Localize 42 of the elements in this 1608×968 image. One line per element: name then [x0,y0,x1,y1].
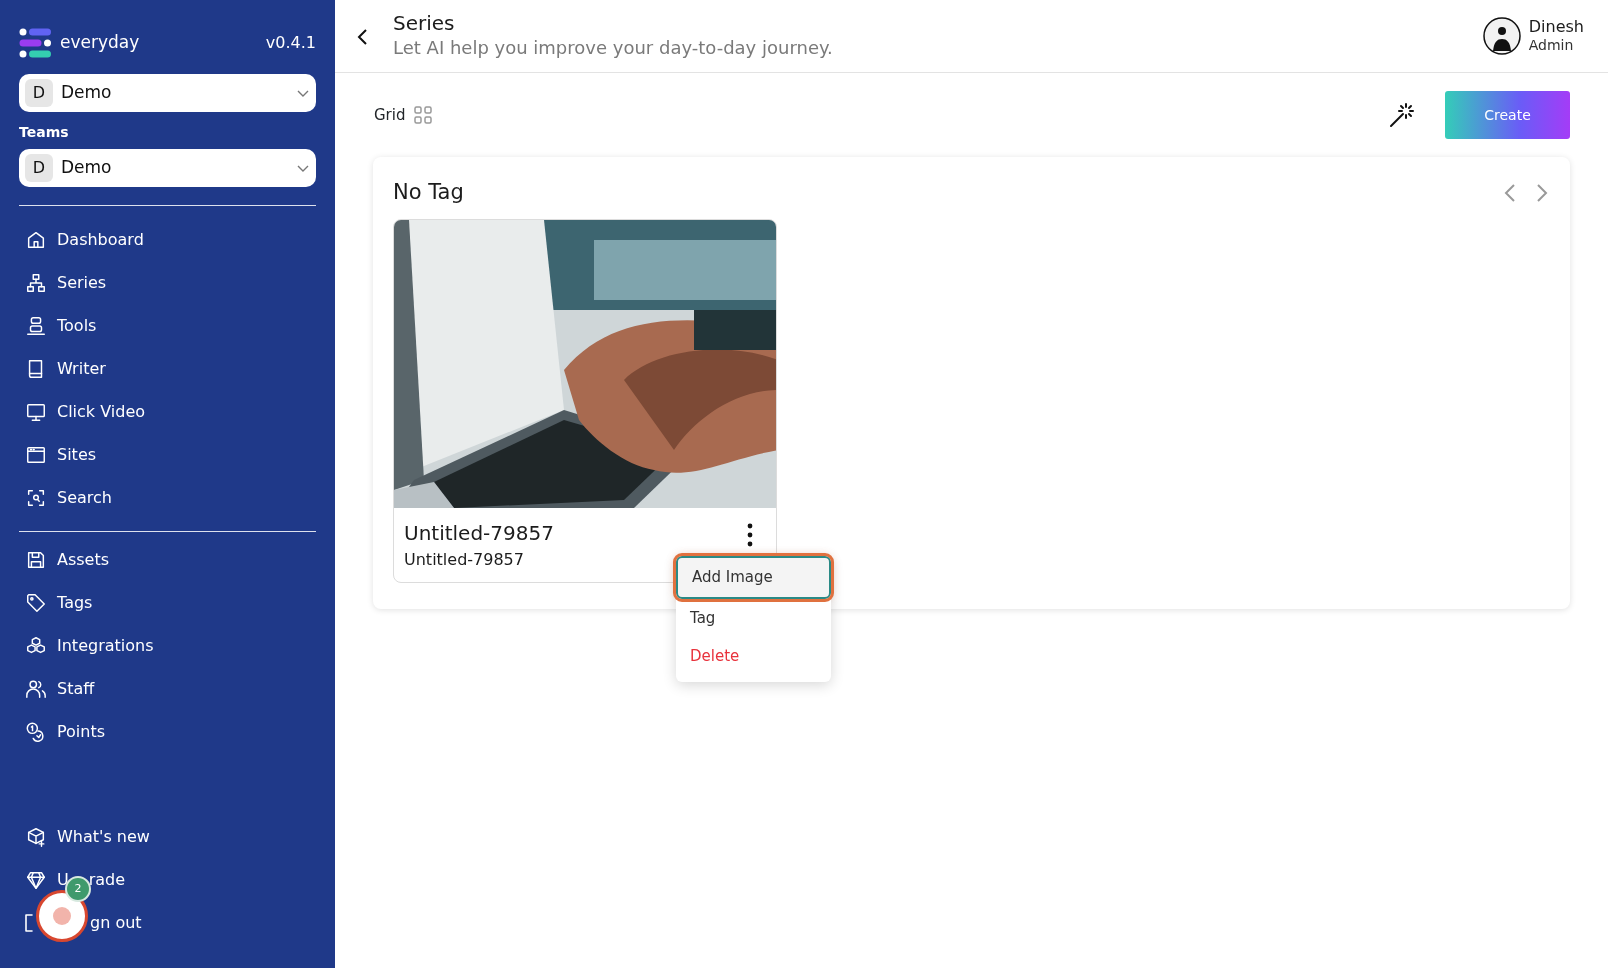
nav-label[interactable]: gn out [90,910,142,935]
page-subtitle: Let AI help you improve your day-to-day journey. [393,36,834,61]
grid-icon [413,105,434,125]
menu-item[interactable]: Add Image [676,556,831,599]
nav-label[interactable]: Dashboard [57,227,144,252]
team-select[interactable]: D Demo [19,149,316,187]
nav-label[interactable]: Series [57,270,107,295]
nav-label[interactable]: Tools [57,313,97,338]
nav-label[interactable]: rade [88,867,126,892]
nav-label[interactable]: Writer [57,356,106,381]
nav-label[interactable]: Tags [57,590,93,615]
nav-label[interactable]: Assets [57,547,110,572]
card-subtitle: Untitled-79857 [404,548,525,571]
brand-name: everyday [60,31,140,55]
workspace-select[interactable]: D Demo [19,74,316,112]
user-name: Dinesh [1528,17,1584,38]
avatar [1482,17,1521,55]
section-label: Teams [19,123,70,142]
user-role: Admin [1528,37,1575,55]
menu-item[interactable]: Tag [676,598,831,637]
card-title: Untitled-79857 [404,519,554,547]
logo-icon [19,28,52,58]
nav-label[interactable]: Integrations [57,633,154,658]
nav-label[interactable]: Search [57,485,112,510]
nav-label[interactable]: Staff [57,676,95,701]
create-button[interactable]: Create [1445,91,1570,139]
more-options-button[interactable] [746,521,754,548]
menu-item[interactable]: Delete [676,637,831,676]
exit-icon[interactable] [25,911,33,934]
nav-label[interactable]: Points [57,719,106,744]
package-icon[interactable] [25,825,47,848]
version-label: v0.4.1 [265,32,316,54]
floating-button[interactable] [36,890,88,942]
page-title: Series [393,11,456,36]
nav-label[interactable]: Click Video [57,399,146,424]
tag-icon[interactable] [25,591,47,614]
nav-label[interactable]: What's new [57,824,150,849]
stack-icon[interactable] [25,314,47,337]
nav-label[interactable]: Sites [57,442,97,467]
view-toggle[interactable]: Grid [373,102,435,128]
hierarchy-icon[interactable] [25,271,47,294]
section-title: No Tag [393,179,464,206]
